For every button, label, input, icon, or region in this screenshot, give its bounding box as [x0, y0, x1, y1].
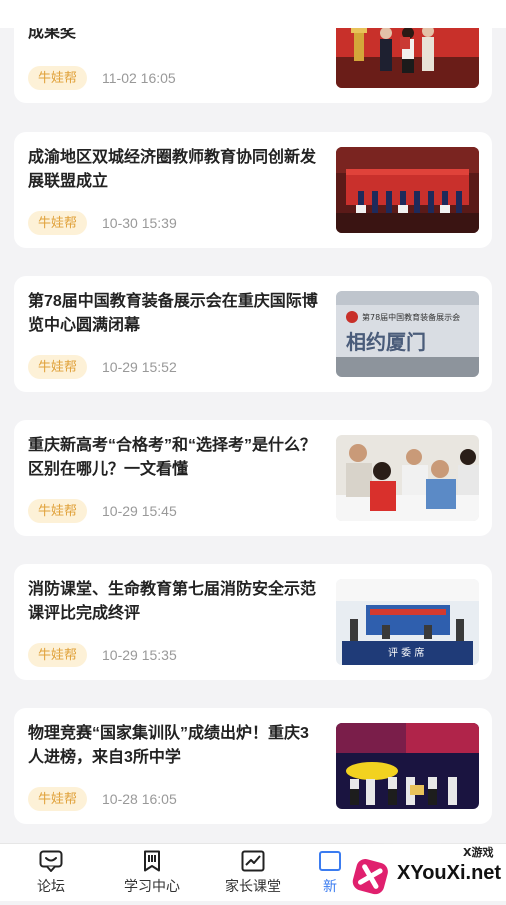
news-thumbnail — [336, 723, 479, 809]
status-bar — [0, 0, 506, 28]
news-card[interactable]: 重庆新高考“合格考”和“选择考”是什么？区别在哪儿？一文看懂 牛娃帮 10-29… — [14, 420, 492, 536]
news-card[interactable]: 成渝地区双城经济圈教师教育协同创新发展联盟成立 牛娃帮 10-30 15:39 — [14, 132, 492, 248]
publish-time: 10-29 15:45 — [102, 503, 177, 519]
tab-forum[interactable]: 论坛 — [1, 844, 101, 901]
news-title: 物理竞赛“国家集训队”成绩出炉！重庆3人进榜，来自3所中学 — [28, 725, 309, 766]
chart-icon — [241, 850, 265, 872]
publish-time: 10-29 15:35 — [102, 647, 177, 663]
expo-banner-text: 第78届中国教育装备展示会 — [362, 312, 460, 322]
source-tag: 牛娃帮 — [28, 211, 88, 235]
source-tag: 牛娃帮 — [28, 787, 88, 811]
source-tag: 牛娃帮 — [28, 499, 88, 523]
publish-time: 10-28 16:05 — [102, 791, 177, 807]
news-title: 重庆新高考“合格考”和“选择考”是什么？区别在哪儿？一文看懂 — [28, 437, 317, 478]
expo-slogan-text: 相约厦门 — [346, 330, 426, 354]
watermark-brand-text: XYouXi.net — [397, 862, 501, 884]
tab-label: 论坛 — [37, 878, 65, 894]
source-tag: 牛娃帮 — [28, 355, 88, 379]
news-icon — [319, 851, 341, 871]
tab-learning-center[interactable]: 学习中心 — [102, 844, 202, 901]
news-thumbnail — [336, 435, 479, 521]
news-thumbnail — [336, 147, 479, 233]
news-card[interactable]: 消防课堂、生命教育第七届消防安全示范课评比完成终评 牛娃帮 10-29 15:3… — [14, 564, 492, 680]
news-thumbnail: 评 委 席 — [336, 579, 479, 665]
chat-bubble-icon — [39, 850, 63, 872]
watermark-logo: X游戏 XYouXi.net — [345, 843, 506, 900]
watermark-small-text: X游戏 — [463, 845, 493, 859]
source-tag: 牛娃帮 — [28, 643, 88, 667]
source-tag: 牛娃帮 — [28, 66, 88, 90]
publish-time: 10-29 15:52 — [102, 359, 177, 375]
publish-time: 10-30 15:39 — [102, 215, 177, 231]
news-title: 成渝地区双城经济圈教师教育协同创新发展联盟成立 — [28, 149, 317, 190]
publish-time: 11-02 16:05 — [102, 70, 176, 86]
news-card[interactable]: 第78届中国教育装备展示会在重庆国际博览中心圆满闭幕 牛娃帮 10-29 15:… — [14, 276, 492, 392]
judges-sign-text: 评 委 席 — [388, 646, 424, 659]
tab-label: 学习中心 — [124, 878, 180, 894]
news-title: 第78届中国教育装备展示会在重庆国际博览中心圆满闭幕 — [28, 293, 318, 334]
news-title: 消防课堂、生命教育第七届消防安全示范课评比完成终评 — [28, 581, 317, 622]
news-card[interactable]: 物理竞赛“国家集训队”成绩出炉！重庆3人进榜，来自3所中学 牛娃帮 10-28 … — [14, 708, 492, 824]
news-thumbnail: 第78届中国教育装备展示会 相约厦门 — [336, 291, 479, 377]
bookmark-icon — [144, 850, 160, 872]
